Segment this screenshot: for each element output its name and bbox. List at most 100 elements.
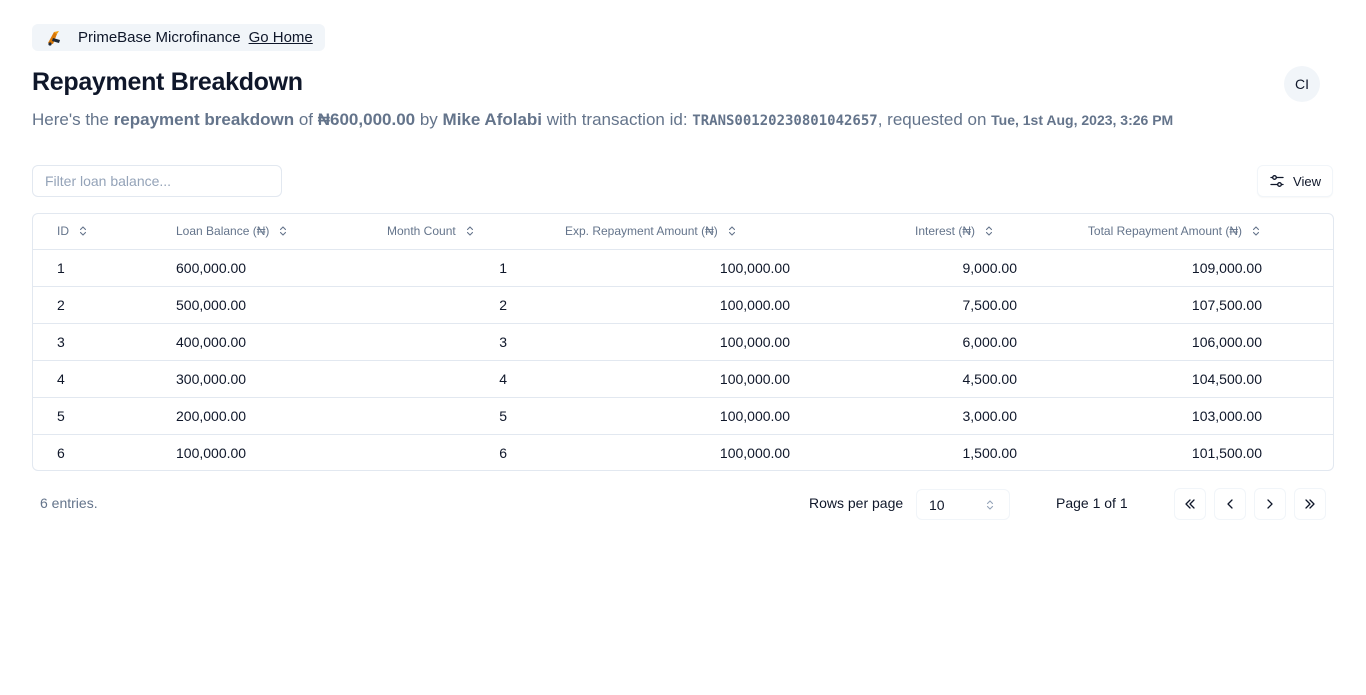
cell-loan-balance: 400,000.00	[176, 333, 247, 350]
cell-total-repayment: 104,500.00	[1191, 370, 1262, 387]
table-row[interactable]: 6 100,000.00 6 100,000.00 1,500.00 101,5…	[33, 434, 1333, 470]
cell-interest: 7,500.00	[962, 296, 1018, 313]
cell-loan-balance: 100,000.00	[176, 444, 247, 461]
cell-exp-repayment: 100,000.00	[719, 407, 790, 424]
sort-icon	[466, 226, 473, 236]
col-label-interest: Interest (₦)	[914, 224, 975, 239]
rows-per-page-value: 10	[929, 496, 945, 513]
rows-per-page-select[interactable]: 10	[916, 489, 1010, 520]
sort-icon	[79, 226, 87, 236]
cell-month-count: 5	[499, 407, 507, 424]
cell-loan-balance: 500,000.00	[176, 296, 247, 313]
cell-id: 1	[57, 259, 65, 276]
cell-interest: 9,000.00	[962, 259, 1018, 276]
table-header-row: ID Loan Balance (₦) Month Count Exp. Rep…	[33, 214, 1333, 249]
chevrons-left-icon	[1185, 499, 1195, 509]
table-row[interactable]: 4 300,000.00 4 100,000.00 4,500.00 104,5…	[33, 360, 1333, 397]
cell-loan-balance: 600,000.00	[176, 259, 247, 276]
col-header-spacer	[1262, 214, 1333, 249]
cell-spacer	[1262, 323, 1333, 360]
cell-exp-repayment: 100,000.00	[719, 259, 790, 276]
borrower-name: Mike Afolabi	[442, 110, 543, 129]
repayment-summary: Here's the repayment breakdown of ₦600,0…	[32, 110, 1332, 130]
col-label-id: ID	[57, 224, 69, 239]
next-page-button[interactable]	[1254, 488, 1286, 520]
summary-of: of	[294, 110, 318, 129]
table-row[interactable]: 5 200,000.00 5 100,000.00 3,000.00 103,0…	[33, 397, 1333, 434]
chevron-up-down-icon	[986, 499, 994, 510]
view-options-button[interactable]: View	[1257, 165, 1333, 197]
loan-amount: ₦600,000.00	[317, 110, 416, 129]
page-info: Page 1 of 1	[1056, 495, 1128, 511]
cell-interest: 3,000.00	[962, 407, 1018, 424]
filter-loan-balance-input[interactable]	[32, 165, 282, 197]
request-date: Tue, 1st Aug, 2023, 3:26 PM	[991, 112, 1174, 128]
cell-total-repayment: 107,500.00	[1191, 296, 1262, 313]
col-header-interest[interactable]: Interest (₦)	[790, 214, 1017, 249]
table-row[interactable]: 3 400,000.00 3 100,000.00 6,000.00 106,0…	[33, 323, 1333, 360]
table-row[interactable]: 1 600,000.00 1 100,000.00 9,000.00 109,0…	[33, 249, 1333, 286]
col-header-id[interactable]: ID	[33, 214, 176, 249]
cell-id: 4	[57, 370, 65, 387]
sort-icon	[985, 226, 993, 236]
cell-interest: 1,500.00	[962, 444, 1018, 461]
cell-spacer	[1262, 360, 1333, 397]
entries-count: 6 entries.	[40, 495, 98, 511]
summary-by: by	[415, 110, 443, 129]
avatar[interactable]: CI	[1284, 66, 1320, 102]
cell-loan-balance: 200,000.00	[176, 407, 247, 424]
col-header-total-repayment[interactable]: Total Repayment Amount (₦)	[1017, 214, 1262, 249]
last-page-button[interactable]	[1294, 488, 1326, 520]
cell-interest: 4,500.00	[962, 370, 1018, 387]
sliders-icon	[1270, 175, 1284, 187]
cell-total-repayment: 106,000.00	[1191, 333, 1262, 350]
chevron-left-icon	[1227, 499, 1233, 509]
cell-month-count: 6	[499, 444, 507, 461]
repayment-table: ID Loan Balance (₦) Month Count Exp. Rep…	[32, 213, 1334, 471]
cell-month-count: 3	[499, 333, 507, 350]
col-header-loan-balance[interactable]: Loan Balance (₦)	[176, 214, 387, 249]
chevrons-right-icon	[1305, 499, 1315, 509]
page-title: Repayment Breakdown	[32, 68, 303, 96]
col-header-month-count[interactable]: Month Count	[387, 214, 565, 249]
col-label-month-count: Month Count	[387, 224, 456, 239]
summary-requested: , requested on	[877, 110, 992, 129]
brand-logo-icon	[48, 30, 60, 46]
previous-page-button[interactable]	[1214, 488, 1246, 520]
go-home-link[interactable]: Go Home	[249, 29, 313, 46]
brand-name: PrimeBase Microfinance	[78, 29, 241, 46]
cell-id: 5	[57, 407, 65, 424]
chevron-right-icon	[1267, 499, 1273, 509]
col-label-exp-repayment: Exp. Repayment Amount (₦)	[565, 224, 718, 239]
cell-total-repayment: 103,000.00	[1191, 407, 1262, 424]
summary-with-tx: with transaction id:	[542, 110, 693, 129]
cell-spacer	[1262, 397, 1333, 434]
cell-month-count: 1	[499, 259, 507, 276]
cell-exp-repayment: 100,000.00	[719, 444, 790, 461]
rows-per-page-label: Rows per page	[809, 495, 904, 511]
cell-id: 3	[57, 333, 65, 350]
col-label-total-repayment: Total Repayment Amount (₦)	[1087, 224, 1242, 239]
cell-spacer	[1262, 249, 1333, 286]
transaction-id: TRANS00120230801042657	[692, 113, 878, 129]
summary-bold-phrase: repayment breakdown	[113, 110, 295, 129]
cell-loan-balance: 300,000.00	[176, 370, 247, 387]
sort-icon	[280, 226, 287, 236]
cell-spacer	[1262, 286, 1333, 323]
cell-exp-repayment: 100,000.00	[719, 333, 790, 350]
cell-spacer	[1262, 434, 1333, 470]
summary-prefix: Here's the	[32, 110, 114, 129]
cell-month-count: 4	[499, 370, 507, 387]
cell-id: 6	[57, 444, 65, 461]
cell-total-repayment: 101,500.00	[1191, 444, 1262, 461]
cell-id: 2	[57, 296, 65, 313]
cell-exp-repayment: 100,000.00	[719, 296, 790, 313]
col-header-exp-repayment[interactable]: Exp. Repayment Amount (₦)	[565, 214, 790, 249]
cell-total-repayment: 109,000.00	[1191, 259, 1262, 276]
view-button-label: View	[1293, 173, 1321, 189]
sort-icon	[1252, 226, 1260, 236]
sort-icon	[728, 226, 735, 236]
first-page-button[interactable]	[1174, 488, 1206, 520]
table-row[interactable]: 2 500,000.00 2 100,000.00 7,500.00 107,5…	[33, 286, 1333, 323]
col-label-loan-balance: Loan Balance (₦)	[176, 224, 270, 239]
